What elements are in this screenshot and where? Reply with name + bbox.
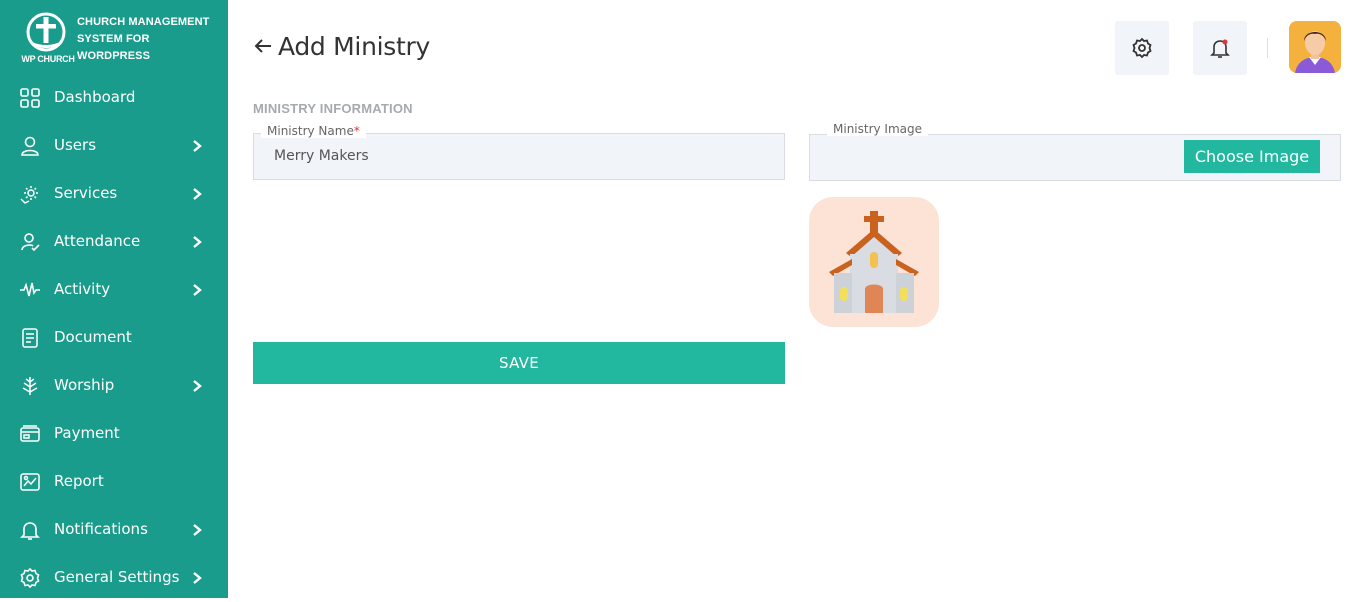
sidebar-item-label: Attendance	[54, 232, 141, 250]
user-avatar[interactable]	[1289, 21, 1341, 73]
header-divider	[1267, 38, 1268, 58]
sidebar-item-general-settings[interactable]: General Settings	[0, 554, 228, 602]
services-icon	[20, 186, 38, 204]
worship-icon	[22, 377, 38, 395]
sidebar-item-users[interactable]: Users	[0, 122, 228, 170]
sidebar-item-document[interactable]: Document	[0, 314, 228, 362]
payment-icon	[20, 425, 40, 442]
sidebar-item-label: Users	[54, 136, 97, 154]
chevron-right-icon	[193, 524, 202, 536]
brand-logo[interactable]: WP CHURCH CHURCH MANAGEMENT SYSTEM FOR W…	[18, 12, 218, 68]
brand-title: CHURCH MANAGEMENT SYSTEM FOR WORDPRESS	[77, 14, 217, 65]
sidebar-item-label: Report	[54, 472, 104, 490]
field-label-text: Ministry Name	[267, 124, 354, 138]
sidebar-item-dashboard[interactable]: Dashboard	[0, 74, 228, 122]
sidebar-item-notifications[interactable]: Notifications	[0, 506, 228, 554]
sidebar-item-label: Notifications	[54, 520, 148, 538]
user-icon	[21, 136, 39, 156]
brand-title-line: WORDPRESS	[77, 50, 151, 62]
page-title: Add Ministry	[278, 31, 430, 61]
bell-icon	[1210, 39, 1230, 58]
activity-icon	[20, 282, 40, 297]
brand-title-line: CHURCH MANAGEMENT	[77, 16, 210, 28]
sidebar: WP CHURCH CHURCH MANAGEMENT SYSTEM FOR W…	[0, 0, 228, 598]
save-button[interactable]: SAVE	[253, 342, 785, 384]
sidebar-item-label: Payment	[54, 424, 120, 442]
sidebar-item-payment[interactable]: Payment	[0, 410, 228, 458]
sidebar-nav: Dashboard Users Services Attendance Acti…	[0, 74, 228, 602]
sidebar-item-label: Activity	[54, 280, 111, 298]
avatar-icon	[1289, 21, 1341, 73]
sidebar-item-attendance[interactable]: Attendance	[0, 218, 228, 266]
brand-sub: WP CHURCH	[21, 54, 75, 64]
sidebar-item-label: Dashboard	[54, 88, 136, 106]
grid-icon	[20, 88, 40, 108]
sidebar-item-label: Worship	[54, 376, 115, 394]
ministry-name-field[interactable]	[253, 133, 785, 180]
ministry-name-label: Ministry Name*	[261, 124, 366, 138]
ministry-name-input[interactable]	[274, 148, 674, 164]
sidebar-item-report[interactable]: Report	[0, 458, 228, 506]
choose-image-button[interactable]: Choose Image	[1184, 140, 1320, 173]
bell-icon	[20, 522, 40, 540]
chevron-right-icon	[193, 284, 202, 296]
section-title: MINISTRY INFORMATION	[253, 101, 413, 116]
chevron-right-icon	[193, 140, 202, 152]
brand-title-line: SYSTEM FOR	[77, 33, 150, 45]
page-header: Add Ministry	[252, 28, 430, 64]
arrow-left-icon[interactable]	[252, 35, 274, 57]
report-icon	[20, 473, 40, 491]
notifications-button[interactable]	[1193, 21, 1247, 75]
chevron-right-icon	[193, 188, 202, 200]
chevron-right-icon	[193, 236, 202, 248]
gear-icon	[20, 567, 40, 589]
document-icon	[22, 328, 38, 348]
sidebar-item-activity[interactable]: Activity	[0, 266, 228, 314]
sidebar-item-services[interactable]: Services	[0, 170, 228, 218]
ministry-image-preview	[809, 197, 939, 327]
church-icon	[829, 211, 919, 313]
sidebar-item-worship[interactable]: Worship	[0, 362, 228, 410]
chevron-right-icon	[193, 380, 202, 392]
ministry-image-label: Ministry Image	[827, 122, 929, 136]
sidebar-item-label: General Settings	[54, 568, 180, 586]
required-mark: *	[353, 124, 360, 138]
sidebar-item-label: Document	[54, 328, 132, 346]
chevron-right-icon	[193, 572, 202, 584]
gear-icon	[1132, 37, 1152, 59]
settings-button[interactable]	[1115, 21, 1169, 75]
attendance-icon	[21, 233, 40, 252]
sidebar-item-label: Services	[54, 184, 118, 202]
